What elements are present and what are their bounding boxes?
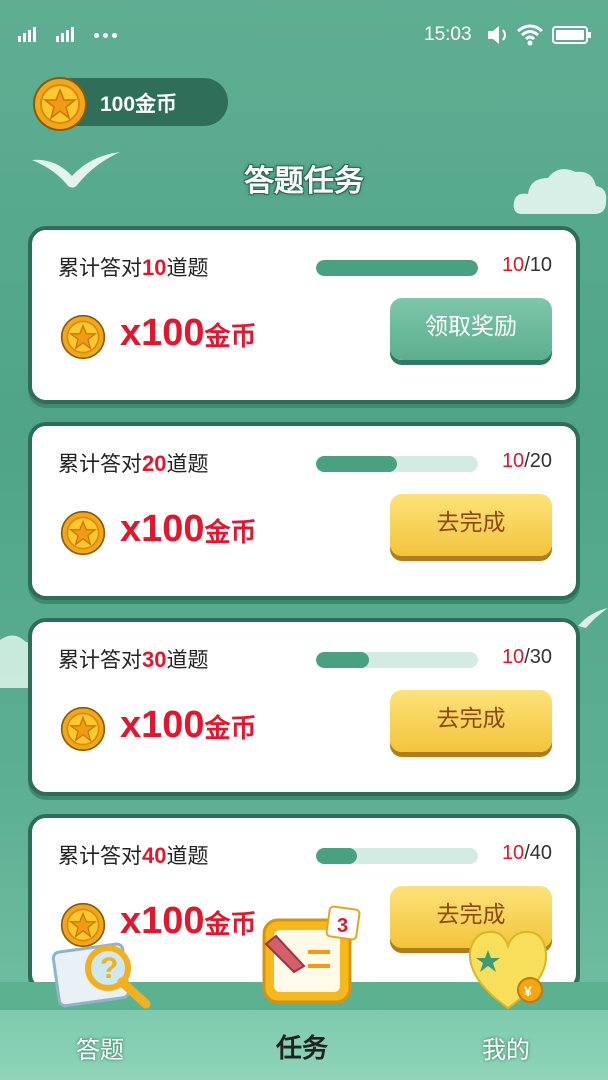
task-label: 累计答对10道题	[58, 255, 209, 280]
progress-bar	[316, 652, 478, 668]
task-card: 累计答对20道题 10/20 x100金币 去完成	[28, 422, 580, 600]
go-complete-button[interactable]: 去完成	[390, 494, 552, 556]
reward-amount: x100金币	[120, 508, 257, 550]
gold-coin-icon	[60, 706, 106, 752]
nav-item-mine[interactable]: 我的	[482, 1030, 530, 1065]
progress-bar	[316, 456, 478, 472]
gold-coin-icon	[60, 510, 106, 556]
signal-icon	[18, 26, 36, 42]
progress-count: 10/20	[501, 450, 552, 472]
svg-text:?: ?	[100, 952, 118, 985]
page-title: 答题任务	[244, 164, 364, 199]
status-time: 15:03	[424, 24, 472, 45]
svg-text:¥: ¥	[524, 983, 532, 999]
coin-balance-label: 100金币	[100, 93, 178, 116]
progress-count: 10/40	[501, 842, 552, 864]
task-label: 累计答对30道题	[58, 647, 209, 672]
nav-item-tasks[interactable]: 任务	[276, 1028, 328, 1065]
progress-count: 10/10	[501, 254, 552, 276]
progress-count: 10/30	[501, 646, 552, 668]
status-bar: 15:03	[0, 0, 608, 70]
wifi-icon	[517, 24, 543, 46]
claim-reward-button[interactable]: 领取奖励	[390, 298, 552, 360]
progress-fill	[316, 260, 478, 276]
reward-amount: x100金币	[120, 312, 257, 354]
task-board-icon[interactable]: 3	[258, 904, 368, 1006]
progress-bar	[316, 848, 478, 864]
task-card: 累计答对30道题 10/30 x100金币 去完成	[28, 618, 580, 796]
reward-amount: x100金币	[120, 704, 257, 746]
gold-coin-icon	[60, 314, 106, 360]
magnifier-question-icon[interactable]: ?	[50, 932, 154, 1012]
task-label: 累计答对40道题	[58, 843, 209, 868]
progress-fill	[316, 848, 357, 864]
gold-coin-icon	[33, 77, 87, 131]
svg-text:3: 3	[337, 915, 348, 937]
progress-fill	[316, 652, 370, 668]
more-dots-icon	[94, 33, 117, 38]
seagull-decoration	[578, 608, 608, 628]
go-complete-button[interactable]: 去完成	[390, 690, 552, 752]
signal-icon	[56, 26, 74, 42]
heart-star-icon[interactable]: ¥	[464, 928, 552, 1012]
task-label: 累计答对20道题	[58, 451, 209, 476]
progress-bar	[316, 260, 478, 276]
battery-icon	[552, 26, 591, 44]
task-card: 累计答对10道题 10/10 x100金币 领取奖励	[28, 226, 580, 404]
progress-fill	[316, 456, 397, 472]
volume-icon	[488, 26, 506, 44]
nav-item-answer[interactable]: 答题	[76, 1030, 124, 1065]
